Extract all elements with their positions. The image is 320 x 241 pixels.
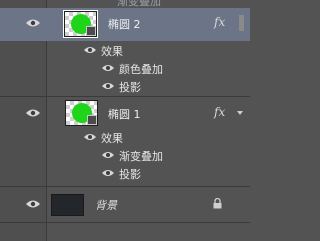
layers-panel: 渐变叠加 椭圆 2 fx 效果 颜色叠加 投影 椭圆 1 fx 效果 渐变叠加 … [0,0,250,241]
effects-row[interactable]: 效果 [0,41,250,59]
effect-label: 颜色叠加 [119,63,163,76]
effect-row-drop-shadow[interactable]: 投影 [0,77,250,95]
layer-thumbnail[interactable] [63,10,98,38]
eye-icon[interactable] [83,45,97,55]
eye-icon[interactable] [25,18,41,28]
eye-icon[interactable] [25,108,41,118]
effect-row-gradient-overlay[interactable]: 渐变叠加 [0,146,250,164]
layer-name[interactable]: 椭圆 1 [108,106,141,122]
eye-icon[interactable] [101,81,115,91]
vector-mask-icon [86,26,96,36]
eye-icon[interactable] [101,150,115,160]
eye-icon[interactable] [101,168,115,178]
divider [0,222,250,223]
lock-icon [213,197,222,209]
effect-row-drop-shadow[interactable]: 投影 [0,164,250,182]
eye-icon[interactable] [83,132,97,142]
layer-row-ellipse-2[interactable]: 椭圆 2 fx [0,8,250,41]
fx-icon[interactable]: fx [214,15,225,29]
effect-row-color-overlay[interactable]: 颜色叠加 [0,59,250,77]
eye-icon[interactable] [25,199,41,209]
layer-name[interactable]: 椭圆 2 [108,16,141,32]
fx-icon[interactable]: fx [214,105,225,119]
background-thumbnail[interactable] [51,194,84,216]
effect-label: 投影 [119,168,141,181]
chevron-down-icon[interactable] [237,111,243,115]
effect-label: 渐变叠加 [119,150,163,163]
vector-mask-icon [87,115,97,125]
layer-row-ellipse-1[interactable]: 椭圆 1 fx [0,97,250,128]
scrollbar-thumb[interactable] [239,15,244,31]
background-layer-name[interactable]: 背景 [95,197,117,213]
effects-title: 效果 [101,132,123,145]
eye-icon[interactable] [101,63,115,73]
partial-effect-row: 渐变叠加 [0,0,250,8]
layer-thumbnail[interactable] [65,100,98,126]
effects-row[interactable]: 效果 [0,128,250,146]
effect-label: 投影 [119,81,141,94]
effects-title: 效果 [101,45,123,58]
